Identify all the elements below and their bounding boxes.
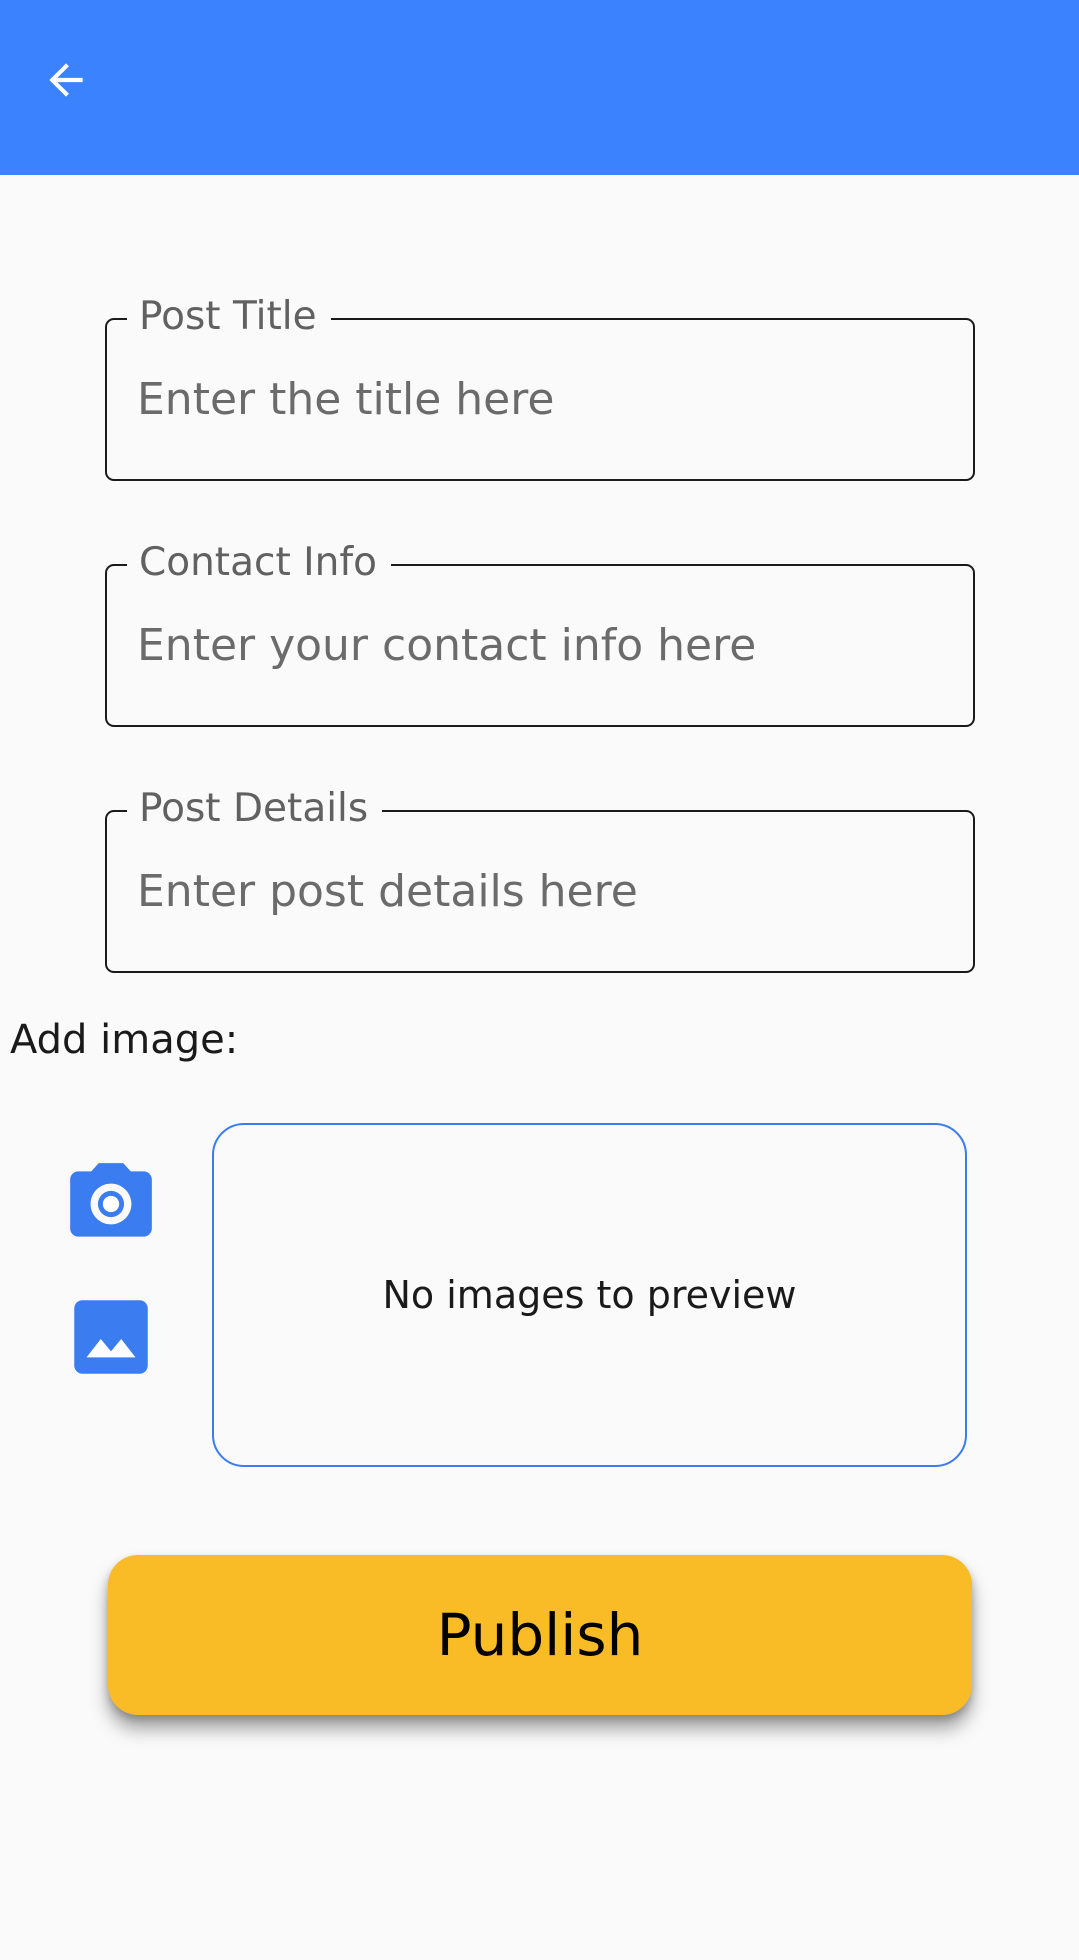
- camera-icon: [70, 1163, 152, 1237]
- post-details-input[interactable]: [137, 860, 953, 922]
- post-details-field: Post Details: [105, 781, 975, 973]
- post-title-input[interactable]: [137, 368, 953, 430]
- post-title-field: Post Title: [105, 289, 975, 481]
- add-image-label: Add image:: [10, 1017, 239, 1063]
- image-icon: [74, 1300, 148, 1374]
- camera-button[interactable]: [62, 1155, 160, 1253]
- post-details-label: Post Details: [127, 781, 383, 837]
- contact-info-input[interactable]: [137, 614, 953, 676]
- app-bar: [0, 0, 1079, 175]
- image-preview-area: No images to preview: [212, 1123, 967, 1467]
- publish-button[interactable]: Publish: [108, 1555, 972, 1715]
- no-images-text: No images to preview: [382, 1273, 797, 1317]
- publish-label: Publish: [436, 1601, 644, 1669]
- post-title-label: Post Title: [127, 289, 331, 345]
- gallery-button[interactable]: [62, 1288, 160, 1386]
- arrow-left-icon: [49, 63, 83, 97]
- contact-info-label: Contact Info: [127, 535, 391, 591]
- contact-info-field: Contact Info: [105, 535, 975, 727]
- back-button[interactable]: [30, 44, 102, 116]
